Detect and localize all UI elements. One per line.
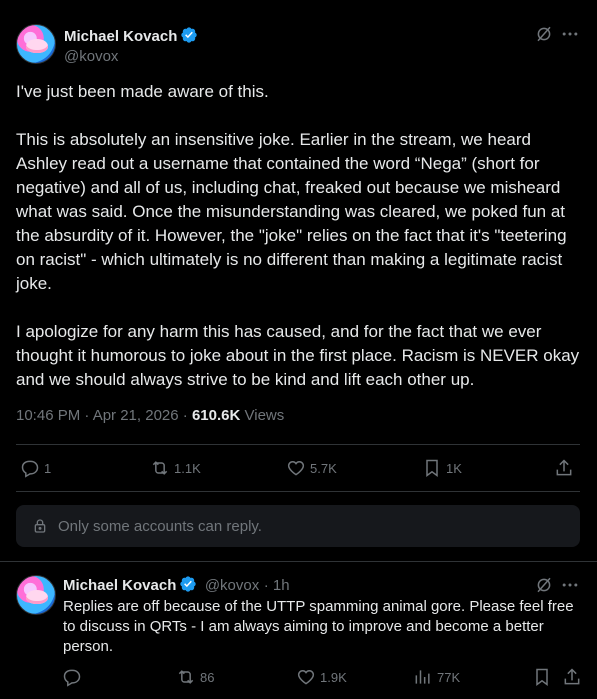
more-icon[interactable] bbox=[560, 24, 580, 44]
reply-count: 1 bbox=[44, 460, 52, 476]
verified-badge-icon bbox=[180, 576, 197, 592]
bookmark-icon bbox=[426, 459, 438, 477]
author-block: Michael Kovach @kovox bbox=[64, 26, 198, 65]
post-meta: 10:46 PM · Apr 21, 2026 · 610.6K Views bbox=[16, 407, 284, 424]
views-count: 610.6K bbox=[191, 407, 241, 424]
share-icon bbox=[556, 459, 572, 476]
repost-count: 1.1K bbox=[174, 460, 201, 476]
like-button[interactable]: 5.7K bbox=[286, 458, 337, 478]
bookmark-button[interactable]: 1K bbox=[422, 458, 462, 478]
heart-icon bbox=[297, 669, 315, 685]
verified-badge-icon bbox=[181, 27, 198, 43]
lock-icon bbox=[34, 519, 46, 533]
like-button[interactable]: 1.9K bbox=[296, 667, 347, 687]
views-count: 77K bbox=[437, 669, 461, 685]
reply-restriction-text: Only some accounts can reply. bbox=[58, 517, 262, 535]
repost-count: 86 bbox=[200, 669, 215, 685]
reply-author-line: Michael Kovach @kovox · 1h bbox=[63, 575, 290, 595]
like-count: 1.9K bbox=[320, 669, 347, 685]
share-icon bbox=[564, 668, 580, 685]
avatar[interactable] bbox=[16, 575, 56, 615]
repost-button[interactable]: 1.1K bbox=[150, 458, 201, 478]
meta-separator: · bbox=[182, 407, 188, 424]
grok-icon[interactable] bbox=[535, 25, 553, 43]
more-icon[interactable] bbox=[560, 575, 580, 595]
grok-icon[interactable] bbox=[535, 576, 553, 594]
reply-icon bbox=[63, 669, 81, 687]
bookmark-icon bbox=[536, 668, 548, 686]
reply-text: Replies are off because of the UTTP spam… bbox=[63, 598, 578, 655]
share-button[interactable] bbox=[562, 667, 582, 687]
divider bbox=[16, 491, 580, 492]
reply-time[interactable]: · 1h bbox=[264, 577, 290, 594]
reply-restriction-note: Only some accounts can reply. bbox=[16, 505, 580, 547]
repost-icon bbox=[178, 670, 194, 684]
like-count: 5.7K bbox=[310, 460, 337, 476]
reply-button[interactable]: 1 bbox=[20, 458, 51, 478]
divider bbox=[16, 444, 580, 445]
bookmark-button[interactable] bbox=[532, 667, 552, 687]
reply-button[interactable] bbox=[62, 667, 82, 687]
repost-icon bbox=[152, 461, 168, 475]
views-button[interactable]: 77K bbox=[413, 667, 460, 687]
post-text: I've just been made aware of this. This … bbox=[16, 82, 580, 389]
bookmark-count: 1K bbox=[446, 460, 462, 476]
share-button[interactable] bbox=[554, 458, 574, 478]
repost-button[interactable]: 86 bbox=[176, 667, 214, 687]
thread-divider bbox=[0, 561, 597, 562]
author-name[interactable]: Michael Kovach bbox=[63, 577, 176, 594]
heart-icon bbox=[287, 460, 305, 476]
views-label: Views bbox=[244, 407, 285, 424]
post-timestamp[interactable]: 10:46 PM · Apr 21, 2026 bbox=[16, 407, 179, 424]
reply-icon bbox=[21, 460, 39, 478]
author-name[interactable]: Michael Kovach bbox=[64, 28, 177, 45]
author-handle[interactable]: @kovox bbox=[205, 577, 259, 594]
avatar[interactable] bbox=[16, 24, 56, 64]
views-icon bbox=[415, 670, 430, 684]
author-handle[interactable]: @kovox bbox=[64, 48, 198, 65]
